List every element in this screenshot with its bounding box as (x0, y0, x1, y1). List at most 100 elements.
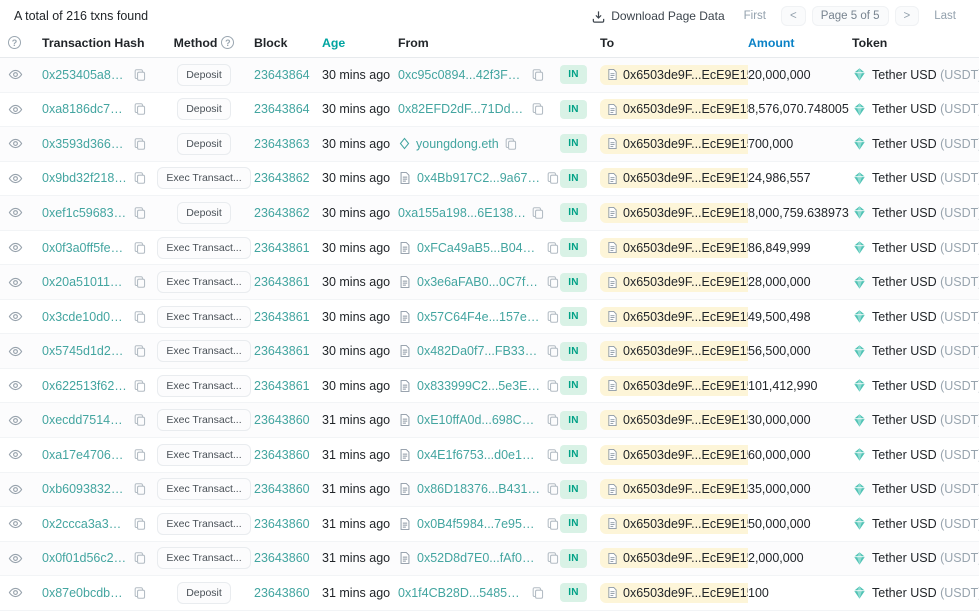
txn-hash-link[interactable]: 0x3cde10d0e9... (42, 310, 128, 324)
eye-icon[interactable] (8, 378, 23, 393)
txn-hash-link[interactable]: 0x20a510110a... (42, 275, 128, 289)
from-address-link[interactable]: 0x1f4CB28D...5485Cf27d (398, 586, 526, 600)
txn-hash-link[interactable]: 0x622513f6225... (42, 379, 128, 393)
token-link[interactable]: Tether USD (USDT) (872, 275, 979, 289)
copy-icon[interactable] (133, 171, 147, 185)
question-circle-icon[interactable]: ? (221, 36, 234, 49)
copy-icon[interactable] (546, 171, 560, 185)
copy-icon[interactable] (546, 310, 560, 324)
copy-icon[interactable] (546, 379, 560, 393)
txn-hash-link[interactable]: 0xb60938329d... (42, 482, 128, 496)
method-badge[interactable]: Exec Transact... (157, 271, 250, 293)
txn-hash-link[interactable]: 0x5745d1d264f... (42, 344, 128, 358)
eye-icon[interactable] (8, 205, 23, 220)
header-amount-sort-link[interactable]: Amount (748, 36, 794, 50)
from-address-link[interactable]: 0x82EFD2dF...71Dd98d6c (398, 102, 526, 116)
method-badge[interactable]: Exec Transact... (157, 409, 250, 431)
copy-icon[interactable] (531, 68, 545, 82)
from-address-link[interactable]: 0x3e6aFAB0...0C7fA93Ac (417, 275, 541, 289)
block-link[interactable]: 23643860 (254, 413, 310, 427)
token-link[interactable]: Tether USD (USDT) (872, 171, 979, 185)
header-age-sort-link[interactable]: Age (322, 36, 345, 50)
eye-icon[interactable] (8, 102, 23, 117)
token-link[interactable]: Tether USD (USDT) (872, 551, 979, 565)
method-badge[interactable]: Exec Transact... (157, 547, 250, 569)
txn-hash-link[interactable]: 0x0f01d56c295... (42, 551, 128, 565)
block-link[interactable]: 23643861 (254, 379, 310, 393)
copy-icon[interactable] (133, 102, 147, 116)
copy-icon[interactable] (531, 102, 545, 116)
block-link[interactable]: 23643864 (254, 102, 310, 116)
block-link[interactable]: 23643860 (254, 551, 310, 565)
txn-hash-link[interactable]: 0x2ccca3a32d... (42, 517, 128, 531)
copy-icon[interactable] (546, 241, 560, 255)
from-address-link[interactable]: 0x86D18376...B43123a0E (417, 482, 541, 496)
eye-icon[interactable] (8, 482, 23, 497)
txn-hash-link[interactable]: 0x87e0bcdb70... (42, 586, 128, 600)
token-link[interactable]: Tether USD (USDT) (872, 379, 979, 393)
txn-hash-link[interactable]: 0xa8186dc7e7... (42, 102, 128, 116)
copy-icon[interactable] (546, 275, 560, 289)
eye-icon[interactable] (8, 136, 23, 151)
block-link[interactable]: 23643864 (254, 68, 310, 82)
method-badge[interactable]: Exec Transact... (157, 444, 250, 466)
method-badge[interactable]: Deposit (177, 133, 231, 155)
block-link[interactable]: 23643861 (254, 310, 310, 324)
token-link[interactable]: Tether USD (USDT) (872, 310, 979, 324)
token-link[interactable]: Tether USD (USDT) (872, 68, 979, 82)
copy-icon[interactable] (531, 586, 545, 600)
eye-icon[interactable] (8, 171, 23, 186)
txn-hash-link[interactable]: 0x0f3a0ff5fe94... (42, 241, 128, 255)
eye-icon[interactable] (8, 67, 23, 82)
txn-hash-link[interactable]: 0x253405a80a... (42, 68, 128, 82)
block-link[interactable]: 23643860 (254, 517, 310, 531)
copy-icon[interactable] (546, 517, 560, 531)
method-badge[interactable]: Exec Transact... (157, 478, 250, 500)
method-badge[interactable]: Deposit (177, 202, 231, 224)
from-address-link[interactable]: 0x482Da0f7...FB33ec6e5 (417, 344, 541, 358)
token-link[interactable]: Tether USD (USDT) (872, 102, 979, 116)
download-page-data-button[interactable]: Download Page Data (591, 9, 724, 24)
block-link[interactable]: 23643862 (254, 171, 310, 185)
method-badge[interactable]: Deposit (177, 582, 231, 604)
from-address-link[interactable]: 0x4E1f6753...d0e19a5d2 (417, 448, 541, 462)
block-link[interactable]: 23643860 (254, 586, 310, 600)
token-link[interactable]: Tether USD (USDT) (872, 206, 979, 220)
copy-icon[interactable] (133, 206, 147, 220)
copy-icon[interactable] (133, 586, 147, 600)
token-link[interactable]: Tether USD (USDT) (872, 344, 979, 358)
txn-hash-link[interactable]: 0x9bd32f218c2... (42, 171, 128, 185)
copy-icon[interactable] (546, 448, 560, 462)
block-link[interactable]: 23643861 (254, 344, 310, 358)
from-address-link[interactable]: youngdong.eth (416, 137, 499, 151)
pagination-prev-button[interactable]: < (781, 6, 806, 26)
copy-icon[interactable] (531, 206, 545, 220)
txn-hash-link[interactable]: 0x3593d366c2... (42, 137, 128, 151)
copy-icon[interactable] (133, 379, 147, 393)
token-link[interactable]: Tether USD (USDT) (872, 482, 979, 496)
block-link[interactable]: 23643863 (254, 137, 310, 151)
pagination-first-button[interactable]: First (735, 6, 775, 26)
token-link[interactable]: Tether USD (USDT) (872, 448, 979, 462)
token-link[interactable]: Tether USD (USDT) (872, 413, 979, 427)
token-link[interactable]: Tether USD (USDT) (872, 241, 979, 255)
copy-icon[interactable] (133, 482, 147, 496)
eye-icon[interactable] (8, 309, 23, 324)
copy-icon[interactable] (546, 551, 560, 565)
method-badge[interactable]: Exec Transact... (157, 306, 250, 328)
from-address-link[interactable]: 0xa155a198...6E138f59d (398, 206, 526, 220)
from-address-link[interactable]: 0x52D8d7E0...fAf00e520 (417, 551, 541, 565)
block-link[interactable]: 23643862 (254, 206, 310, 220)
eye-icon[interactable] (8, 240, 23, 255)
block-link[interactable]: 23643861 (254, 241, 310, 255)
copy-icon[interactable] (546, 413, 560, 427)
txn-hash-link[interactable]: 0xa17e4706b6... (42, 448, 128, 462)
copy-icon[interactable] (133, 241, 147, 255)
copy-icon[interactable] (133, 310, 147, 324)
method-badge[interactable]: Exec Transact... (157, 167, 250, 189)
method-badge[interactable]: Exec Transact... (157, 237, 250, 259)
from-address-link[interactable]: 0x4Bb917C2...9a6760E54 (417, 171, 541, 185)
from-address-link[interactable]: 0x57C64F4e...157e26F69 (417, 310, 541, 324)
method-badge[interactable]: Deposit (177, 98, 231, 120)
token-link[interactable]: Tether USD (USDT) (872, 517, 979, 531)
